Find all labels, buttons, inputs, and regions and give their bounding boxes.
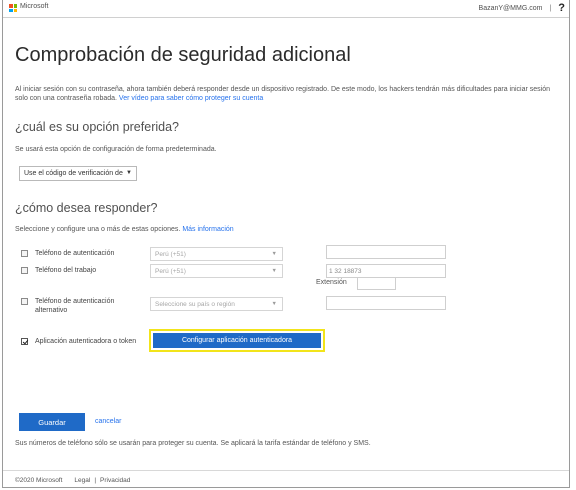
- brand-name: Microsoft: [20, 3, 49, 10]
- option-row-auth-phone: Teléfono de autenticación Perú (+51) ▼: [15, 245, 563, 262]
- authenticator-app-checkbox[interactable]: [21, 338, 28, 345]
- work-phone-checkbox[interactable]: [21, 267, 28, 274]
- auth-phone-checkbox[interactable]: [21, 250, 28, 257]
- header-separator: |: [549, 4, 552, 12]
- respond-note: Seleccione y configure una o más de esta…: [15, 226, 234, 233]
- configure-authenticator-button[interactable]: Configurar aplicación autenticadora: [153, 333, 321, 348]
- work-phone-number-input[interactable]: 1 32 18873: [326, 264, 446, 278]
- alt-phone-checkbox[interactable]: [21, 298, 28, 305]
- preferred-option-note: Se usará esta opción de configuración de…: [15, 146, 217, 153]
- auth-phone-country-value: Perú (+51): [155, 251, 186, 258]
- authenticator-app-label: Aplicación autenticadora o token: [35, 338, 137, 345]
- chevron-down-icon: ▼: [271, 268, 277, 274]
- page-frame: Microsoft BazanY@MMG.com | ? Comprobació…: [2, 0, 570, 488]
- page-title: Comprobación de seguridad adicional: [15, 44, 351, 66]
- alt-phone-country-select[interactable]: Seleccione su país o región ▼: [150, 297, 283, 311]
- alt-phone-label: Teléfono de autenticación alternativo: [35, 298, 115, 314]
- auth-phone-label: Teléfono de autenticación: [35, 250, 115, 257]
- cancel-link[interactable]: cancelar: [95, 418, 121, 425]
- footer: ©2020 Microsoft Legal | Privacidad: [15, 477, 130, 484]
- alt-phone-country-value: Seleccione su país o región: [155, 301, 235, 308]
- microsoft-logo-icon: [9, 4, 17, 12]
- chevron-down-icon: ▼: [271, 301, 277, 307]
- work-phone-country-value: Perú (+51): [155, 268, 186, 275]
- help-icon[interactable]: ?: [558, 2, 565, 14]
- video-link[interactable]: Ver vídeo para saber cómo proteger su cu…: [119, 95, 263, 102]
- work-phone-country-select[interactable]: Perú (+51) ▼: [150, 264, 283, 278]
- chevron-down-icon: ▼: [271, 251, 277, 257]
- configure-button-highlight: Configurar aplicación autenticadora: [149, 329, 325, 352]
- user-account[interactable]: BazanY@MMG.com: [479, 5, 543, 12]
- preferred-option-value: Use el código de verificación de: [24, 170, 123, 177]
- option-row-work-phone: Teléfono del trabajo Perú (+51) ▼ 1 32 1…: [15, 264, 563, 279]
- extension-label: Extensión: [316, 279, 347, 286]
- phone-usage-note: Sus números de teléfono sólo se usarán p…: [15, 440, 371, 447]
- work-phone-label: Teléfono del trabajo: [35, 267, 97, 274]
- privacy-link[interactable]: Privacidad: [100, 477, 130, 484]
- chevron-down-icon: ▼: [126, 170, 132, 176]
- auth-phone-number-input[interactable]: [326, 245, 446, 259]
- legal-link[interactable]: Legal: [74, 477, 90, 484]
- auth-phone-country-select[interactable]: Perú (+51) ▼: [150, 247, 283, 261]
- intro-description: Al iniciar sesión con su contraseña, aho…: [15, 86, 551, 102]
- footer-divider: [3, 470, 569, 471]
- respond-note-text: Seleccione y configure una o más de esta…: [15, 226, 183, 233]
- respond-heading: ¿cómo desea responder?: [15, 201, 158, 215]
- more-info-link[interactable]: Más información: [182, 226, 233, 233]
- copyright: ©2020 Microsoft: [15, 477, 63, 484]
- footer-separator: |: [94, 477, 97, 484]
- option-row-alt-phone: Teléfono de autenticación alternativo Se…: [15, 296, 563, 318]
- alt-phone-number-input[interactable]: [326, 296, 446, 310]
- intro-text: Al iniciar sesión con su contraseña, aho…: [15, 85, 560, 103]
- save-button[interactable]: Guardar: [19, 413, 85, 431]
- top-bar: Microsoft BazanY@MMG.com | ?: [3, 0, 569, 18]
- extension-input[interactable]: [357, 277, 396, 290]
- preferred-option-select[interactable]: Use el código de verificación de ▼: [19, 166, 137, 181]
- preferred-option-heading: ¿cuál es su opción preferida?: [15, 120, 179, 134]
